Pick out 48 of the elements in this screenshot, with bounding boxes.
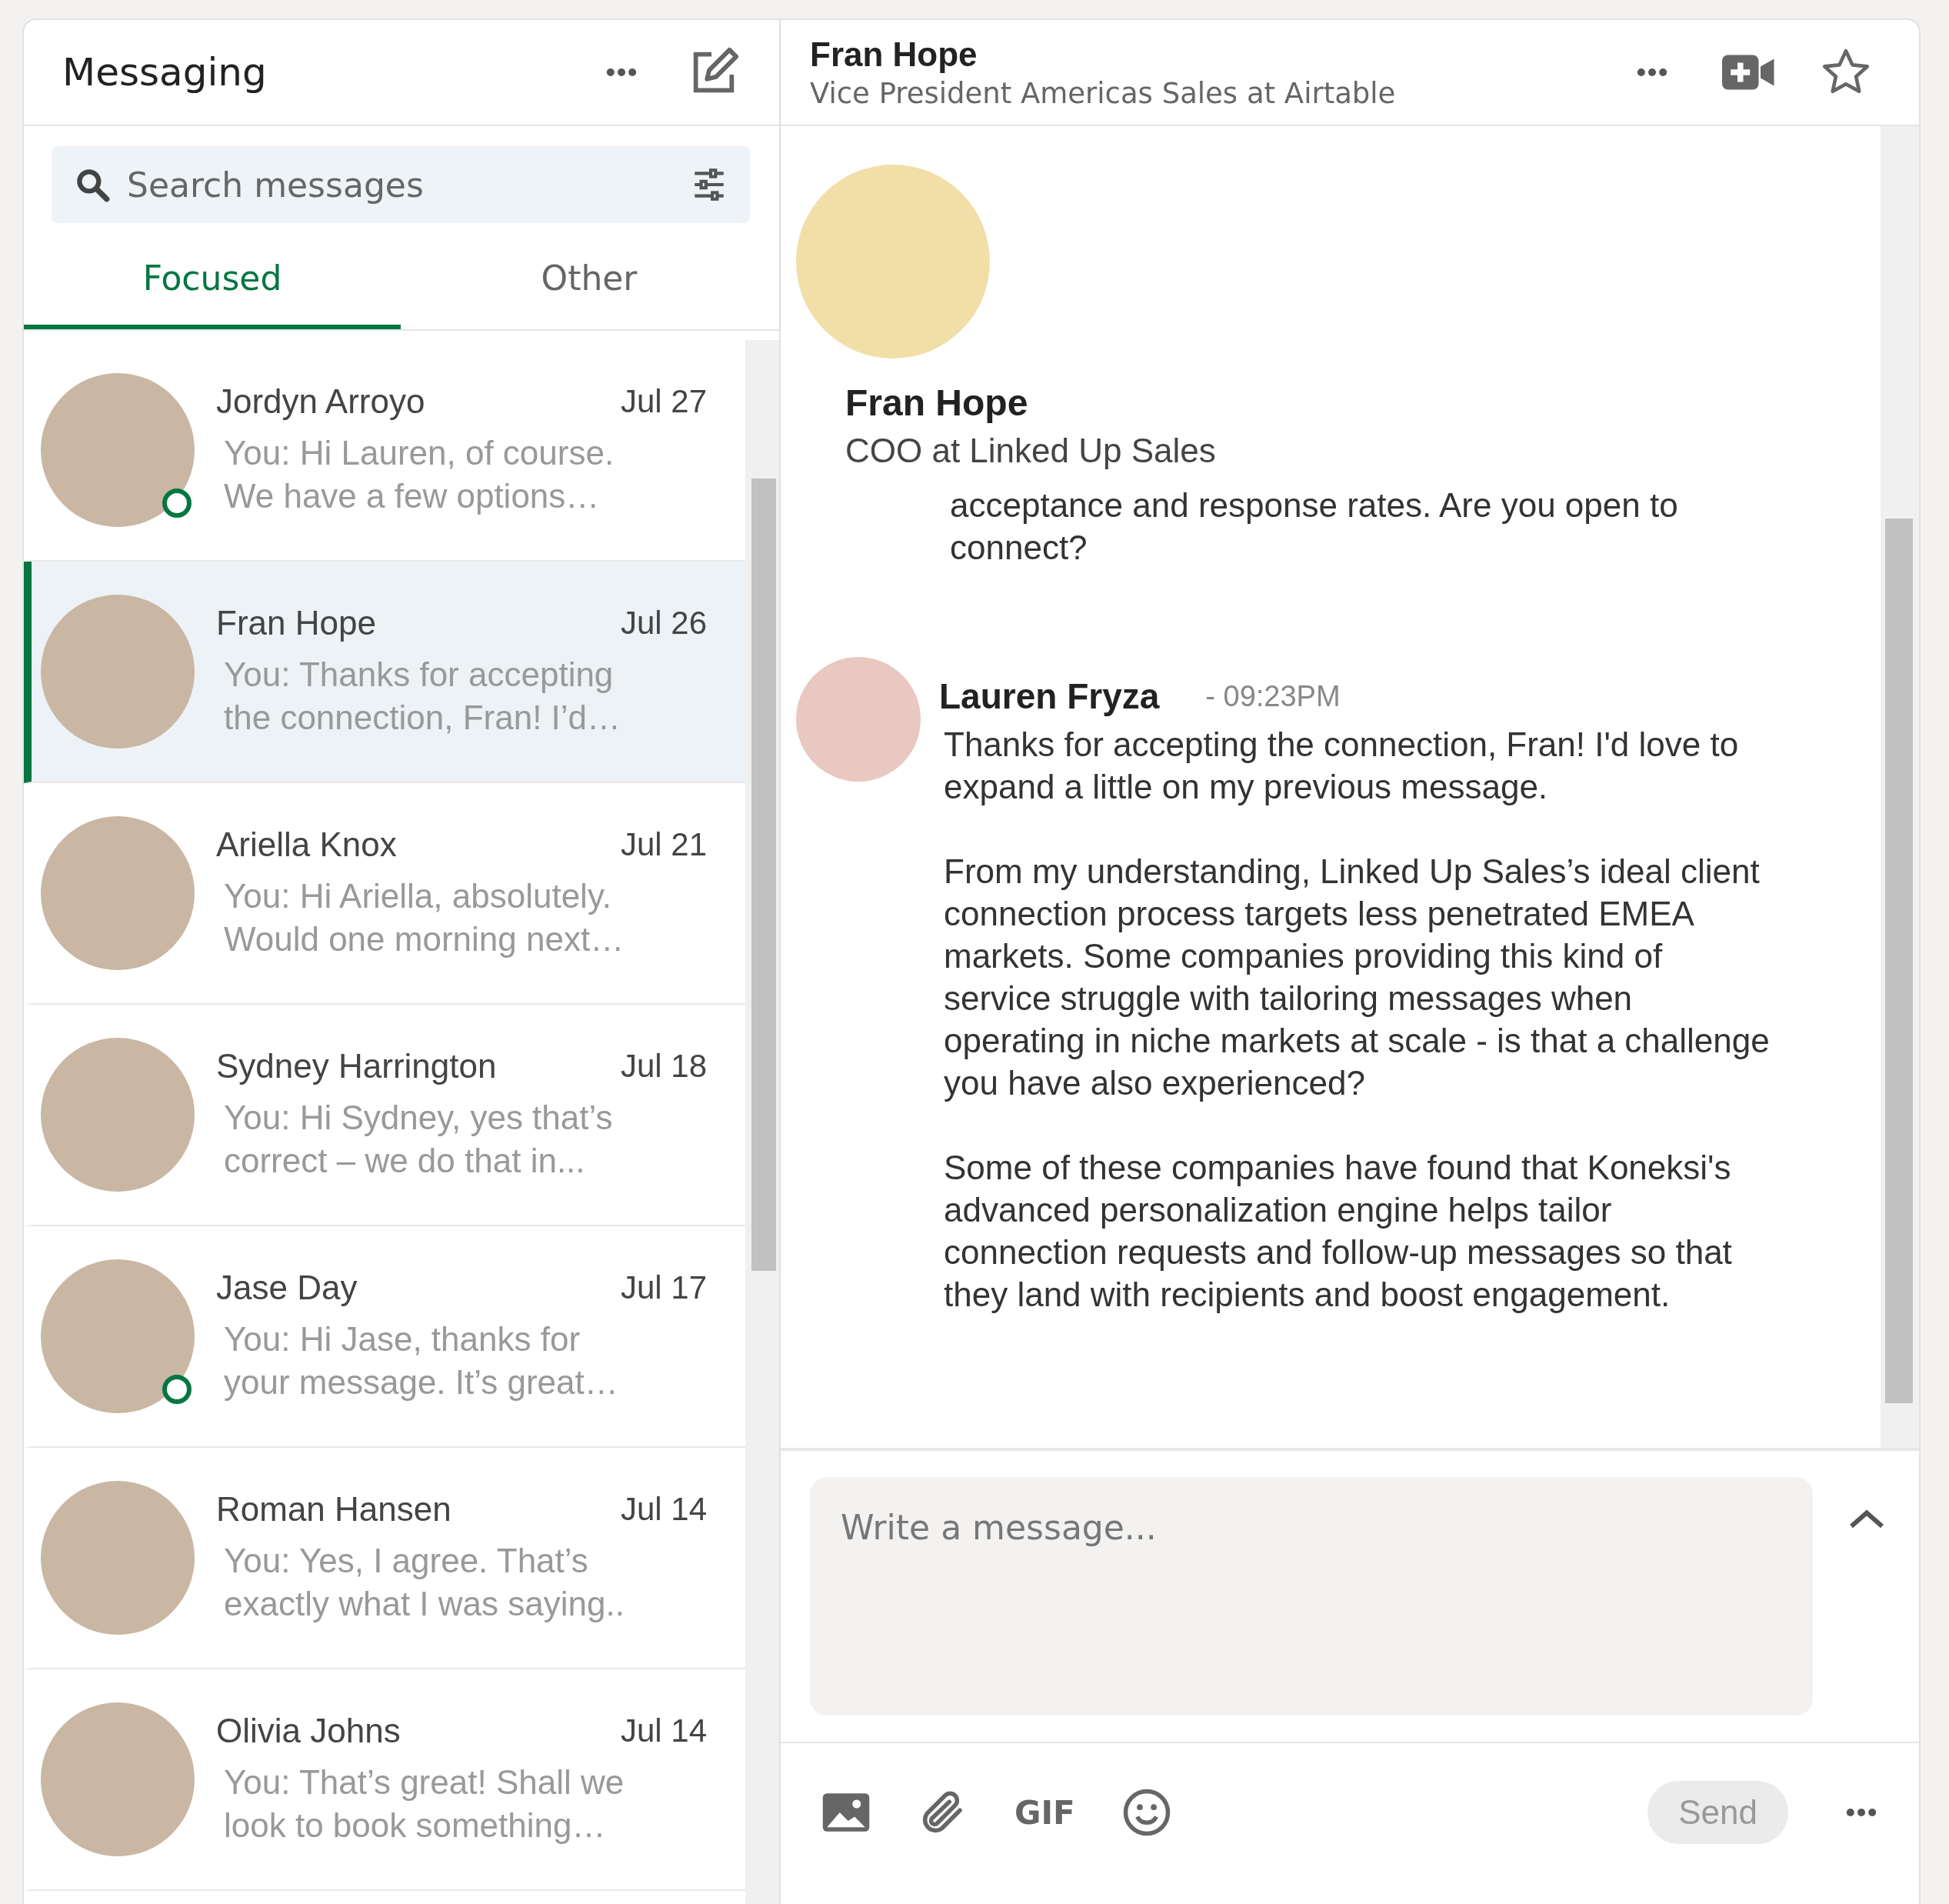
tab[interactable]: Other — [401, 231, 778, 329]
scrollbar[interactable] — [1881, 126, 1919, 1448]
message-date: Jul 27 — [620, 383, 707, 420]
contact-name: Olivia Johns — [216, 1712, 401, 1750]
profile-name: Fran Hope — [845, 382, 1029, 424]
message-preview: You: Hi Sydney, yes that’s correct – we do that in... — [223, 1098, 614, 1181]
message-date: Jul 14 — [620, 1491, 707, 1528]
search-field[interactable]: Search messages — [127, 158, 675, 212]
message-text: Thanks for accepting the connection, Fran! I'd love to expand a little on my previous message. — [944, 725, 1740, 807]
contact-name: Fran Hope — [810, 35, 978, 74]
conversation-item[interactable]: Jordyn Arroyo Jul 27 You: Hi Lauren, of course. We have a few options… — [24, 340, 745, 562]
message-text: Some of these companies have found that Koneksi's advanced personalization engine helps tailor connection requests and follow-up messages so that they land with recipients and boost engagement. — [944, 1148, 1733, 1315]
message-preview: You: That’s great! Shall we look to book something… — [223, 1762, 625, 1846]
message-time: - 09:23PM — [1205, 679, 1341, 713]
conversation-item[interactable]: Olivia Johns Jul 14 You: That’s great! Shall we look to book something… — [24, 1669, 745, 1891]
message-preview: You: Hi Ariella, absolutely. Would one morning next… — [223, 876, 625, 959]
tab[interactable]: Focused — [24, 231, 401, 329]
message-input[interactable]: Write a message... — [810, 1477, 1813, 1716]
conversation-item[interactable]: Fran Hope Jul 26 You: Thanks for accepting the connection, Fran! I’d… — [24, 562, 745, 783]
contact-name: Ariella Knox — [216, 825, 397, 864]
message-date: Jul 26 — [620, 605, 707, 642]
messaging-title: Messaging — [62, 50, 267, 95]
message-date: Jul 14 — [620, 1712, 707, 1749]
video-plus-icon[interactable] — [1722, 53, 1776, 92]
message-preview: You: Yes, I agree. That’s exactly what I was saying.. — [223, 1541, 625, 1624]
message-text: From my understanding, Linked Up Sales’s ideal client connection process targets less penetrated EMEA markets. Some companies providing this kind of service struggle with tailoring messages when operating in niche markets at scale - is that a challenge you have also experienced? — [944, 852, 1770, 1103]
message-date: Jul 17 — [620, 1269, 707, 1306]
gif-button[interactable]: GIF — [1014, 1793, 1075, 1832]
conversation-item[interactable]: Jase Day Jul 17 You: Hi Jase, thanks for your message. It’s great… — [24, 1226, 745, 1448]
contact-name: Jordyn Arroyo — [216, 382, 425, 421]
conversation-item[interactable]: Ariella Knox Jul 21 You: Hi Ariella, absolutely. Would one morning next… — [24, 783, 745, 1005]
profile-headline: COO at Linked Up Sales — [845, 432, 1217, 470]
sender-name: Lauren Fryza — [939, 675, 1160, 717]
message-preview: You: Hi Jase, thanks for your message. It’s great… — [223, 1319, 619, 1402]
message-text: acceptance and response rates. Are you open to connect? — [950, 485, 1679, 568]
contact-name: Jase Day — [216, 1269, 358, 1307]
message-preview: You: Hi Lauren, of course. We have a few options… — [223, 433, 615, 516]
conversation-item[interactable]: Sydney Harrington Jul 18 You: Hi Sydney, yes that’s correct – we do that in... — [24, 1005, 745, 1226]
conversation-item[interactable]: Roman Hansen Jul 14 You: Yes, I agree. That’s exactly what I was saying.. — [24, 1448, 745, 1669]
contact-name: Fran Hope — [216, 604, 376, 642]
contact-headline: Vice President Americas Sales at Airtable — [810, 76, 1396, 110]
contact-name: Sydney Harrington — [216, 1047, 497, 1085]
search-bar[interactable]: Search messages — [52, 146, 750, 223]
contact-name: Roman Hansen — [216, 1490, 451, 1529]
message-preview: You: Thanks for accepting the connection, Fran! I’d… — [223, 655, 622, 738]
scrollbar[interactable] — [745, 340, 779, 1904]
message-date: Jul 21 — [620, 826, 707, 863]
message-date: Jul 18 — [620, 1048, 707, 1085]
